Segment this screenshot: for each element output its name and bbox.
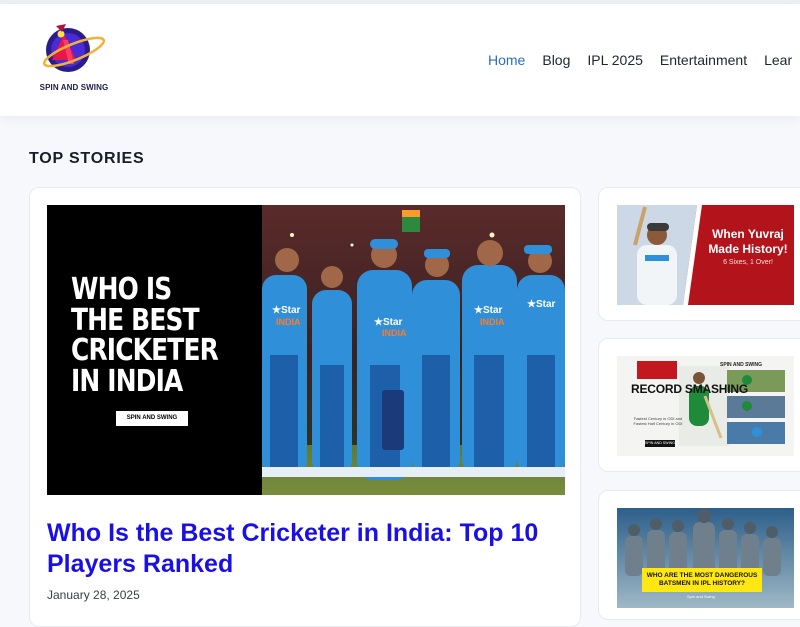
logo-text: SPIN AND SWING: [39, 83, 109, 92]
side-story-card-yuvraj: When Yuvraj Made History! 6 Sixes, 1 Ove…: [598, 187, 800, 321]
side-story-card-record: SPIN AND SWING RECORD SMASHING Fastest C…: [598, 338, 800, 472]
side-story-card-ipl-batsmen: WHO ARE THE MOST DANGEROUS BATSMEN IN IP…: [598, 490, 800, 620]
main-nav: Home Blog IPL 2025 Entertainment Lear: [488, 52, 792, 68]
featured-image-headline: WHO IS THE BEST CRICKETER IN INDIA: [71, 272, 219, 399]
side-story-record-headline: RECORD SMASHING: [631, 382, 749, 396]
nav-ipl-2025[interactable]: IPL 2025: [587, 52, 643, 68]
featured-image[interactable]: WHO IS THE BEST CRICKETER IN INDIA SPIN …: [47, 205, 565, 495]
nav-home[interactable]: Home: [488, 52, 525, 68]
site-logo[interactable]: SPIN AND SWING: [34, 20, 114, 100]
nav-blog[interactable]: Blog: [542, 52, 570, 68]
ipl-batsmen-image: [617, 508, 794, 608]
featured-story-card: WHO IS THE BEST CRICKETER IN INDIA SPIN …: [29, 187, 581, 627]
nav-entertainment[interactable]: Entertainment: [660, 52, 747, 68]
side-story-ipl-brand: Spin and Swing: [687, 594, 715, 599]
cricket-team-photo: ★Star ★Star ★Star ★Star INDIA INDIA INDI…: [262, 205, 565, 495]
svg-text:★Star: ★Star: [374, 317, 403, 328]
featured-image-text-panel: WHO IS THE BEST CRICKETER IN INDIA SPIN …: [47, 205, 262, 495]
side-story-yuvraj-subtext: 6 Sixes, 1 Over!: [723, 259, 773, 266]
section-title-top-stories: TOP STORIES: [29, 150, 145, 167]
side-story-yuvraj-headline: When Yuvraj Made History!: [708, 227, 788, 256]
side-story-thumbnail-ipl-batsmen[interactable]: WHO ARE THE MOST DANGEROUS BATSMEN IN IP…: [617, 508, 794, 608]
side-story-record-subtext: Fastest Century in ODI and Fastest Half …: [633, 416, 683, 426]
featured-story-title-link[interactable]: Who Is the Best Cricketer in India: Top …: [47, 518, 567, 580]
svg-text:INDIA: INDIA: [276, 317, 301, 327]
svg-text:INDIA: INDIA: [382, 328, 407, 338]
nav-learn[interactable]: Lear: [764, 52, 792, 68]
svg-text:★Star: ★Star: [474, 305, 503, 316]
svg-text:INDIA: INDIA: [480, 317, 505, 327]
side-story-ipl-headline: WHO ARE THE MOST DANGEROUS BATSMEN IN IP…: [642, 568, 762, 592]
svg-text:★Star: ★Star: [527, 299, 556, 310]
site-header: SPIN AND SWING Home Blog IPL 2025 Entert…: [0, 4, 800, 116]
featured-image-badge: SPIN AND SWING: [116, 411, 188, 426]
record-smashing-image: [617, 356, 794, 456]
side-story-thumbnail-yuvraj[interactable]: When Yuvraj Made History! 6 Sixes, 1 Ove…: [617, 205, 794, 305]
side-story-record-badge: SPIN AND SWING: [645, 440, 675, 447]
svg-text:★Star: ★Star: [272, 305, 301, 316]
side-story-thumbnail-record[interactable]: SPIN AND SWING RECORD SMASHING Fastest C…: [617, 356, 794, 456]
side-story-record-brand: SPIN AND SWING: [720, 362, 763, 368]
logo-emblem-icon: [42, 24, 106, 72]
